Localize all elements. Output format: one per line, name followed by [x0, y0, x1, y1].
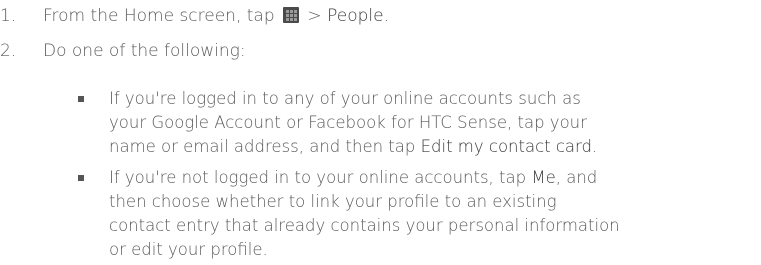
step-text-before-icon: From the Home screen, tap — [43, 6, 275, 26]
bullet-line-text: name or email address, and then tap — [109, 137, 421, 156]
bullet-line-after: , and — [555, 168, 598, 187]
bullet-line: If you're not logged in to your online a… — [109, 166, 755, 190]
me-label: Me — [531, 168, 556, 187]
step-number: 2. — [0, 41, 17, 61]
step-text-end: . — [383, 6, 389, 26]
step-number: 1. — [0, 6, 17, 26]
bullet-line: contact entry that already contains your… — [109, 216, 620, 235]
bullet-icon — [78, 96, 84, 102]
bullet-line-end: . — [592, 137, 598, 156]
edit-contact-card-label: Edit my contact card — [420, 137, 593, 156]
people-label: People — [327, 6, 384, 26]
bullet-icon — [78, 175, 84, 181]
instruction-document: 1. From the Home screen, tap > People. 2… — [0, 0, 761, 265]
bullet-line: your Google Account or Facebook for HTC … — [109, 113, 587, 132]
step-text-after-icon: > — [302, 6, 328, 26]
bullet-line: If you're logged in to any of your onlin… — [109, 89, 581, 108]
bullet-line: then choose whether to link your profile… — [109, 192, 557, 211]
bullet-text: If you're logged in to any of your onlin… — [109, 87, 755, 159]
bullet-line: or edit your profile. — [109, 240, 268, 259]
bullet-text: If you're not logged in to your online a… — [109, 166, 755, 262]
bullet-line-before: If you're not logged in to your online a… — [109, 168, 532, 187]
bullet-line: name or email address, and then tap Edit… — [109, 135, 755, 159]
apps-grid-icon — [283, 7, 300, 23]
step-text: From the Home screen, tap > People. — [43, 4, 389, 28]
step-text: Do one of the following: — [43, 41, 246, 61]
